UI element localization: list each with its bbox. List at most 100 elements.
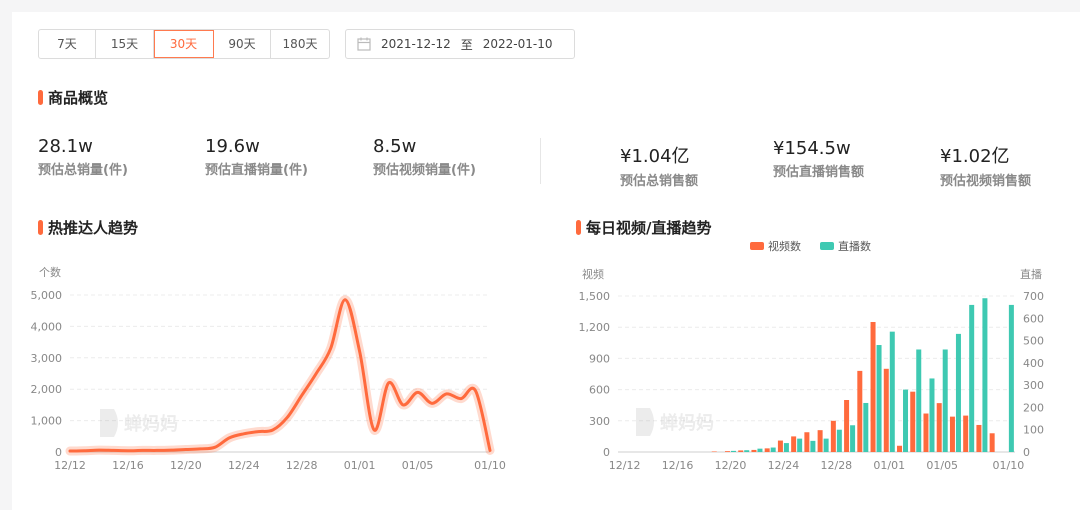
x-tick-label: 12/20 <box>170 459 202 472</box>
metric-live-sales: 19.6w 预估直播销量(件) <box>205 136 308 178</box>
watermark: 蝉妈妈 <box>100 409 178 437</box>
y2-tick-label: 200 <box>1023 401 1044 414</box>
bar-live <box>889 331 895 452</box>
x-tick-label: 12/28 <box>286 459 318 472</box>
y-tick-label: 600 <box>589 384 610 397</box>
bar-video <box>936 403 942 452</box>
bar-live <box>969 304 975 452</box>
watermark-logo-icon <box>636 408 654 436</box>
bar-live <box>836 429 842 452</box>
bar-video <box>897 445 903 452</box>
metric-total-sales: 28.1w 预估总销量(件) <box>38 136 128 178</box>
metric-video-revenue: ¥1.02亿 预估视频销售额 <box>940 142 1031 189</box>
watermark: 蝉妈妈 <box>636 408 714 436</box>
metric-label: 预估总销售额 <box>620 174 699 189</box>
metric-value: ¥154.5w <box>773 138 851 159</box>
bar-video <box>791 436 797 452</box>
calendar-icon <box>357 37 371 51</box>
y-tick-label: 300 <box>589 415 610 428</box>
bar-live <box>1008 304 1014 452</box>
y-axis-title: 个数 <box>39 266 61 279</box>
y-tick-label: 3,000 <box>31 352 63 365</box>
metric-video-sales: 8.5w 预估视频销量(件) <box>373 136 476 178</box>
metric-label: 预估总销量(件) <box>38 163 128 178</box>
bar-video <box>724 451 730 452</box>
x-tick-label: 12/16 <box>662 459 694 472</box>
bar-video <box>830 420 836 452</box>
legend-label: 直播数 <box>838 239 871 253</box>
range-tab-7[interactable]: 7天 <box>39 30 96 58</box>
overview-title: 商品概览 <box>38 87 108 108</box>
y-tick-label: 0 <box>603 446 610 459</box>
y-tick-label: 1,000 <box>31 415 63 428</box>
y2-tick-label: 700 <box>1023 290 1044 303</box>
bar-video <box>976 424 982 452</box>
y-axis-title: 视频 <box>582 267 604 281</box>
legend-label: 视频数 <box>768 239 801 253</box>
x-tick-label: 12/16 <box>112 459 144 472</box>
bar-video <box>949 416 955 452</box>
metric-value: 19.6w <box>205 136 260 157</box>
y-tick-label: 4,000 <box>31 320 63 333</box>
x-tick-label: 01/05 <box>926 459 958 472</box>
bar-live <box>876 345 882 452</box>
range-tab-30[interactable]: 30天 <box>154 30 214 58</box>
y2-axis-title: 直播 <box>1020 267 1042 281</box>
date-range-tabs: 7天 15天 30天 90天 180天 <box>38 29 330 59</box>
bar-live <box>757 448 763 452</box>
x-tick-label: 01/10 <box>993 459 1025 472</box>
date-range-picker[interactable]: 2021-12-12 至 2022-01-10 <box>345 29 575 59</box>
metric-live-revenue: ¥154.5w 预估直播销售额 <box>773 138 864 180</box>
metric-value: ¥1.04亿 <box>620 146 690 167</box>
bar-live <box>823 438 829 452</box>
title-marker <box>38 220 43 235</box>
metric-total-revenue: ¥1.04亿 预估总销售额 <box>620 142 698 189</box>
bar-video <box>844 400 850 452</box>
x-tick-label: 01/01 <box>344 459 376 472</box>
bar-live <box>955 333 961 452</box>
bar-video <box>857 370 863 452</box>
bar-video <box>870 322 876 452</box>
video-live-bar-chart: 视频数 直播数视频 直播 0 300 600 900 1,200 1,500 0 100 200 300… <box>579 239 1045 472</box>
x-tick-label: 12/24 <box>768 459 800 472</box>
y2-tick-label: 300 <box>1023 379 1044 392</box>
watermark-text: 蝉妈妈 <box>660 412 714 434</box>
x-tick-label: 01/05 <box>402 459 434 472</box>
bar-live <box>903 389 909 452</box>
bar-video <box>923 413 929 452</box>
y-tick-label: 1,200 <box>579 321 611 334</box>
metric-value: 28.1w <box>38 136 93 157</box>
bar-live <box>770 447 776 452</box>
legend-swatch <box>750 242 764 250</box>
bar-video <box>817 430 823 452</box>
x-tick-label: 01/10 <box>474 459 506 472</box>
y2-tick-label: 500 <box>1023 335 1044 348</box>
range-tab-180[interactable]: 180天 <box>271 30 329 58</box>
bar-video <box>989 433 995 452</box>
x-tick-label: 12/24 <box>228 459 260 472</box>
metric-label: 预估视频销量(件) <box>373 163 476 178</box>
range-tab-15[interactable]: 15天 <box>96 30 154 58</box>
bar-video <box>963 415 969 452</box>
bar-video <box>883 368 889 452</box>
metric-value: ¥1.02亿 <box>940 146 1010 167</box>
metric-label: 预估直播销售额 <box>773 165 865 180</box>
metric-label: 预估视频销售额 <box>940 174 1032 189</box>
bar-live <box>863 402 869 452</box>
bar-live <box>810 440 816 452</box>
x-tick-label: 12/28 <box>820 459 852 472</box>
y-tick-label: 2,000 <box>31 383 63 396</box>
x-tick-label: 12/20 <box>715 459 747 472</box>
watermark-text: 蝉妈妈 <box>124 413 178 435</box>
x-tick-label: 12/12 <box>609 459 641 472</box>
bar-video <box>711 451 717 452</box>
title-marker <box>38 90 43 105</box>
bar-video <box>804 432 810 452</box>
range-tab-90[interactable]: 90天 <box>214 30 271 58</box>
y-tick-label: 1,500 <box>579 290 611 303</box>
y-tick-label: 900 <box>589 352 610 365</box>
bar-video <box>910 391 916 452</box>
y-tick-label: 0 <box>55 446 62 459</box>
bar-live <box>797 438 803 452</box>
bar-live <box>783 443 789 452</box>
